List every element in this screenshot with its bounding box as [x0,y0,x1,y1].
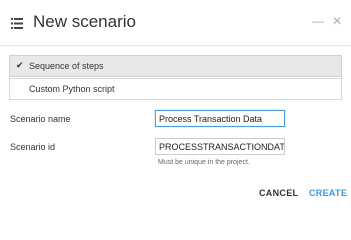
option-label: Custom Python script [29,84,115,94]
option-custom-python-script[interactable]: Custom Python script [9,78,342,100]
option-sequence-of-steps[interactable]: ✔ Sequence of steps [9,55,342,77]
check-icon: ✔ [16,60,24,70]
cancel-button[interactable]: CANCEL [259,188,298,198]
close-button[interactable]: ✕ [332,14,342,28]
scenario-id-label: Scenario id [10,142,56,152]
scenario-name-input[interactable] [155,110,285,127]
new-scenario-dialog: New scenario — ✕ ✔ Sequence of steps Cus… [0,0,351,208]
dialog-header: New scenario — ✕ [0,0,351,46]
create-button[interactable]: CREATE [309,188,347,198]
minimize-button[interactable]: — [312,14,324,28]
scenario-name-label: Scenario name [10,114,71,124]
scenario-id-input[interactable] [155,138,285,155]
scenario-id-hint: Must be unique in the project. [158,159,250,166]
option-label: Sequence of steps [29,61,104,71]
dialog-title: New scenario [33,12,136,31]
list-icon [11,16,23,29]
